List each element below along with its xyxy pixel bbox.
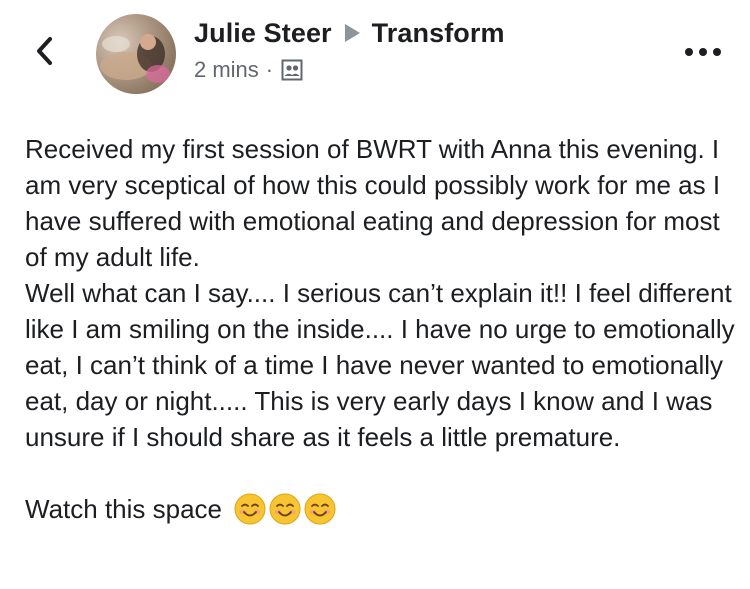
post-closing-line: Watch this space [25, 491, 735, 527]
post-header: Julie Steer Transform 2 mins · [0, 0, 750, 100]
meta-separator: · [265, 57, 274, 82]
more-dot-icon [699, 48, 707, 56]
timestamp[interactable]: 2 mins [194, 57, 259, 83]
author-name[interactable]: Julie Steer [194, 18, 332, 49]
group-name[interactable]: Transform [372, 18, 505, 49]
smiling-face-icon [269, 493, 301, 525]
post-body-line: Received my first session of BWRT with A… [25, 134, 721, 272]
post-meta: 2 mins · [194, 56, 303, 84]
avatar-photo [100, 34, 170, 83]
caret-right-icon [344, 24, 360, 42]
more-options-button[interactable] [685, 46, 721, 58]
group-members-icon [281, 59, 303, 81]
back-button[interactable] [34, 36, 56, 66]
chevron-left-icon [37, 37, 52, 65]
post-content: Received my first session of BWRT with A… [25, 131, 735, 527]
more-dot-icon [685, 48, 693, 56]
post-body: Received my first session of BWRT with A… [25, 131, 735, 455]
post-closing-text: Watch this space [25, 494, 223, 524]
avatar[interactable] [96, 14, 176, 94]
post-title-line: Julie Steer Transform [194, 16, 505, 50]
smiling-face-icon [234, 493, 266, 525]
post-body-line: Well what can I say.... I serious can’t … [25, 278, 735, 452]
more-dot-icon [713, 48, 721, 56]
smiling-face-icon [304, 493, 336, 525]
emoji-row [234, 493, 336, 525]
